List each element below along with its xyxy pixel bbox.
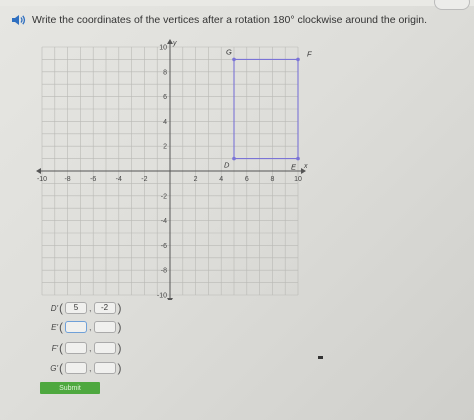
answer-row-e: E' ( , ) [40, 320, 121, 334]
x-tick-label: 4 [219, 176, 223, 183]
answer-row-d: D' ( 5 , -2 ) [40, 301, 122, 315]
vertex-label: E [291, 163, 297, 172]
y-axis-label: y [172, 40, 177, 47]
x-coordinate-input[interactable]: 5 [65, 302, 87, 314]
answer-label: G' [50, 363, 58, 373]
corner-button[interactable] [434, 0, 470, 10]
vertex-point[interactable] [296, 57, 300, 62]
page: Write the coordinates of the vertices af… [0, 0, 474, 420]
x-axis-label: x [303, 163, 308, 170]
x-coordinate-input[interactable] [65, 321, 87, 333]
x-tick-label: 2 [194, 176, 198, 183]
x-coordinate-input[interactable] [65, 342, 87, 354]
y-tick-label: 10 [159, 45, 167, 52]
speaker-icon[interactable] [10, 12, 26, 28]
x-axis-arrow-left-icon [36, 168, 41, 174]
x-tick-label: -10 [37, 176, 47, 183]
x-tick-label: -8 [64, 176, 70, 183]
answer-row-g: G' ( , ) [40, 361, 121, 375]
y-coordinate-input[interactable]: -2 [93, 302, 116, 314]
answer-row-f: F' ( , ) [40, 341, 122, 355]
y-coordinate-input[interactable] [93, 321, 116, 333]
y-coordinate-input[interactable] [93, 362, 116, 374]
submit-button[interactable]: Submit [40, 382, 100, 394]
x-tick-label: 6 [245, 176, 249, 183]
y-tick-label: -6 [161, 243, 167, 250]
y-coordinate-input[interactable] [93, 342, 116, 354]
y-tick-label: -8 [161, 268, 167, 275]
vertex-label: D [224, 161, 230, 170]
vertex-point[interactable] [232, 57, 236, 62]
vertex-label: F [307, 49, 312, 58]
y-tick-label: -4 [161, 218, 167, 225]
y-tick-label: 2 [163, 144, 167, 151]
y-tick-label: 6 [163, 94, 167, 101]
y-tick-label: -10 [157, 293, 167, 300]
x-coordinate-input[interactable] [65, 362, 87, 374]
y-tick-label: 8 [163, 69, 167, 76]
answer-label: D' [50, 303, 58, 313]
y-tick-label: 4 [163, 119, 167, 126]
x-tick-label: 8 [270, 176, 274, 183]
x-tick-label: 10 [294, 176, 302, 183]
vertex-point[interactable] [232, 156, 236, 161]
answer-label: E' [51, 322, 58, 332]
question-text: Write the coordinates of the vertices af… [32, 14, 428, 26]
top-bar [0, 0, 474, 10]
coordinate-grid: x y -10 -8 -6 -4 -2 2 4 6 8 10 10 8 6 4 2 -2 -4 -6 -8 -10 D E F G [36, 39, 312, 300]
y-axis-arrow-down-icon [167, 298, 173, 300]
x-tick-label: -6 [90, 176, 96, 183]
question-prompt: Write the coordinates of the vertices af… [10, 10, 460, 30]
vertex-point[interactable] [296, 156, 300, 161]
mouse-cursor [318, 356, 323, 359]
y-tick-label: -2 [161, 193, 167, 200]
vertex-label: G [226, 47, 232, 56]
x-tick-label: -4 [116, 176, 122, 183]
answer-label: F' [51, 343, 58, 353]
x-tick-label: -2 [141, 176, 147, 183]
